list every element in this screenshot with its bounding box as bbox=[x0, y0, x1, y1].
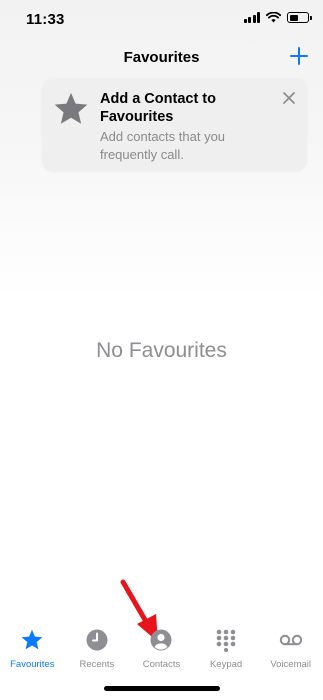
page-title: Favourites bbox=[123, 49, 200, 66]
tab-label: Voicemail bbox=[270, 659, 311, 670]
person-circle-icon bbox=[150, 629, 172, 651]
tab-label: Favourites bbox=[10, 659, 55, 670]
tab-bar: Favourites Recents Contacts Keypad Voice… bbox=[0, 628, 323, 678]
status-bar: 11:33 bbox=[0, 0, 323, 40]
wifi-icon bbox=[266, 12, 281, 23]
tab-contacts[interactable]: Contacts bbox=[129, 628, 194, 678]
tab-label: Contacts bbox=[142, 659, 181, 670]
close-icon bbox=[283, 92, 295, 104]
cellular-signal-icon bbox=[243, 12, 260, 23]
star-icon bbox=[21, 629, 43, 650]
keypad-icon bbox=[216, 629, 236, 652]
tab-label: Keypad bbox=[209, 659, 243, 670]
add-favourite-button[interactable] bbox=[287, 44, 311, 68]
tab-recents[interactable]: Recents bbox=[65, 628, 130, 678]
home-indicator[interactable] bbox=[104, 686, 220, 691]
plus-icon bbox=[290, 47, 308, 65]
tip-description: Add contacts that you frequently call. bbox=[100, 129, 226, 162]
tab-label: Recents bbox=[79, 659, 115, 670]
voicemail-icon bbox=[279, 634, 302, 646]
empty-state-text: No Favourites bbox=[96, 339, 227, 362]
tip-close-button[interactable] bbox=[281, 90, 297, 106]
status-time: 11:33 bbox=[26, 11, 65, 28]
battery-icon bbox=[287, 12, 312, 23]
tab-keypad[interactable]: Keypad bbox=[194, 628, 259, 678]
clock-icon bbox=[86, 629, 108, 651]
status-icons bbox=[243, 12, 312, 23]
star-icon bbox=[54, 92, 88, 124]
tip-title: Add a Contact to Favourites bbox=[100, 91, 216, 125]
tab-favourites[interactable]: Favourites bbox=[0, 628, 65, 678]
add-favourite-tip-card[interactable]: Add a Contact to Favourites Add contacts… bbox=[42, 78, 307, 171]
tab-voicemail[interactable]: Voicemail bbox=[258, 628, 323, 678]
